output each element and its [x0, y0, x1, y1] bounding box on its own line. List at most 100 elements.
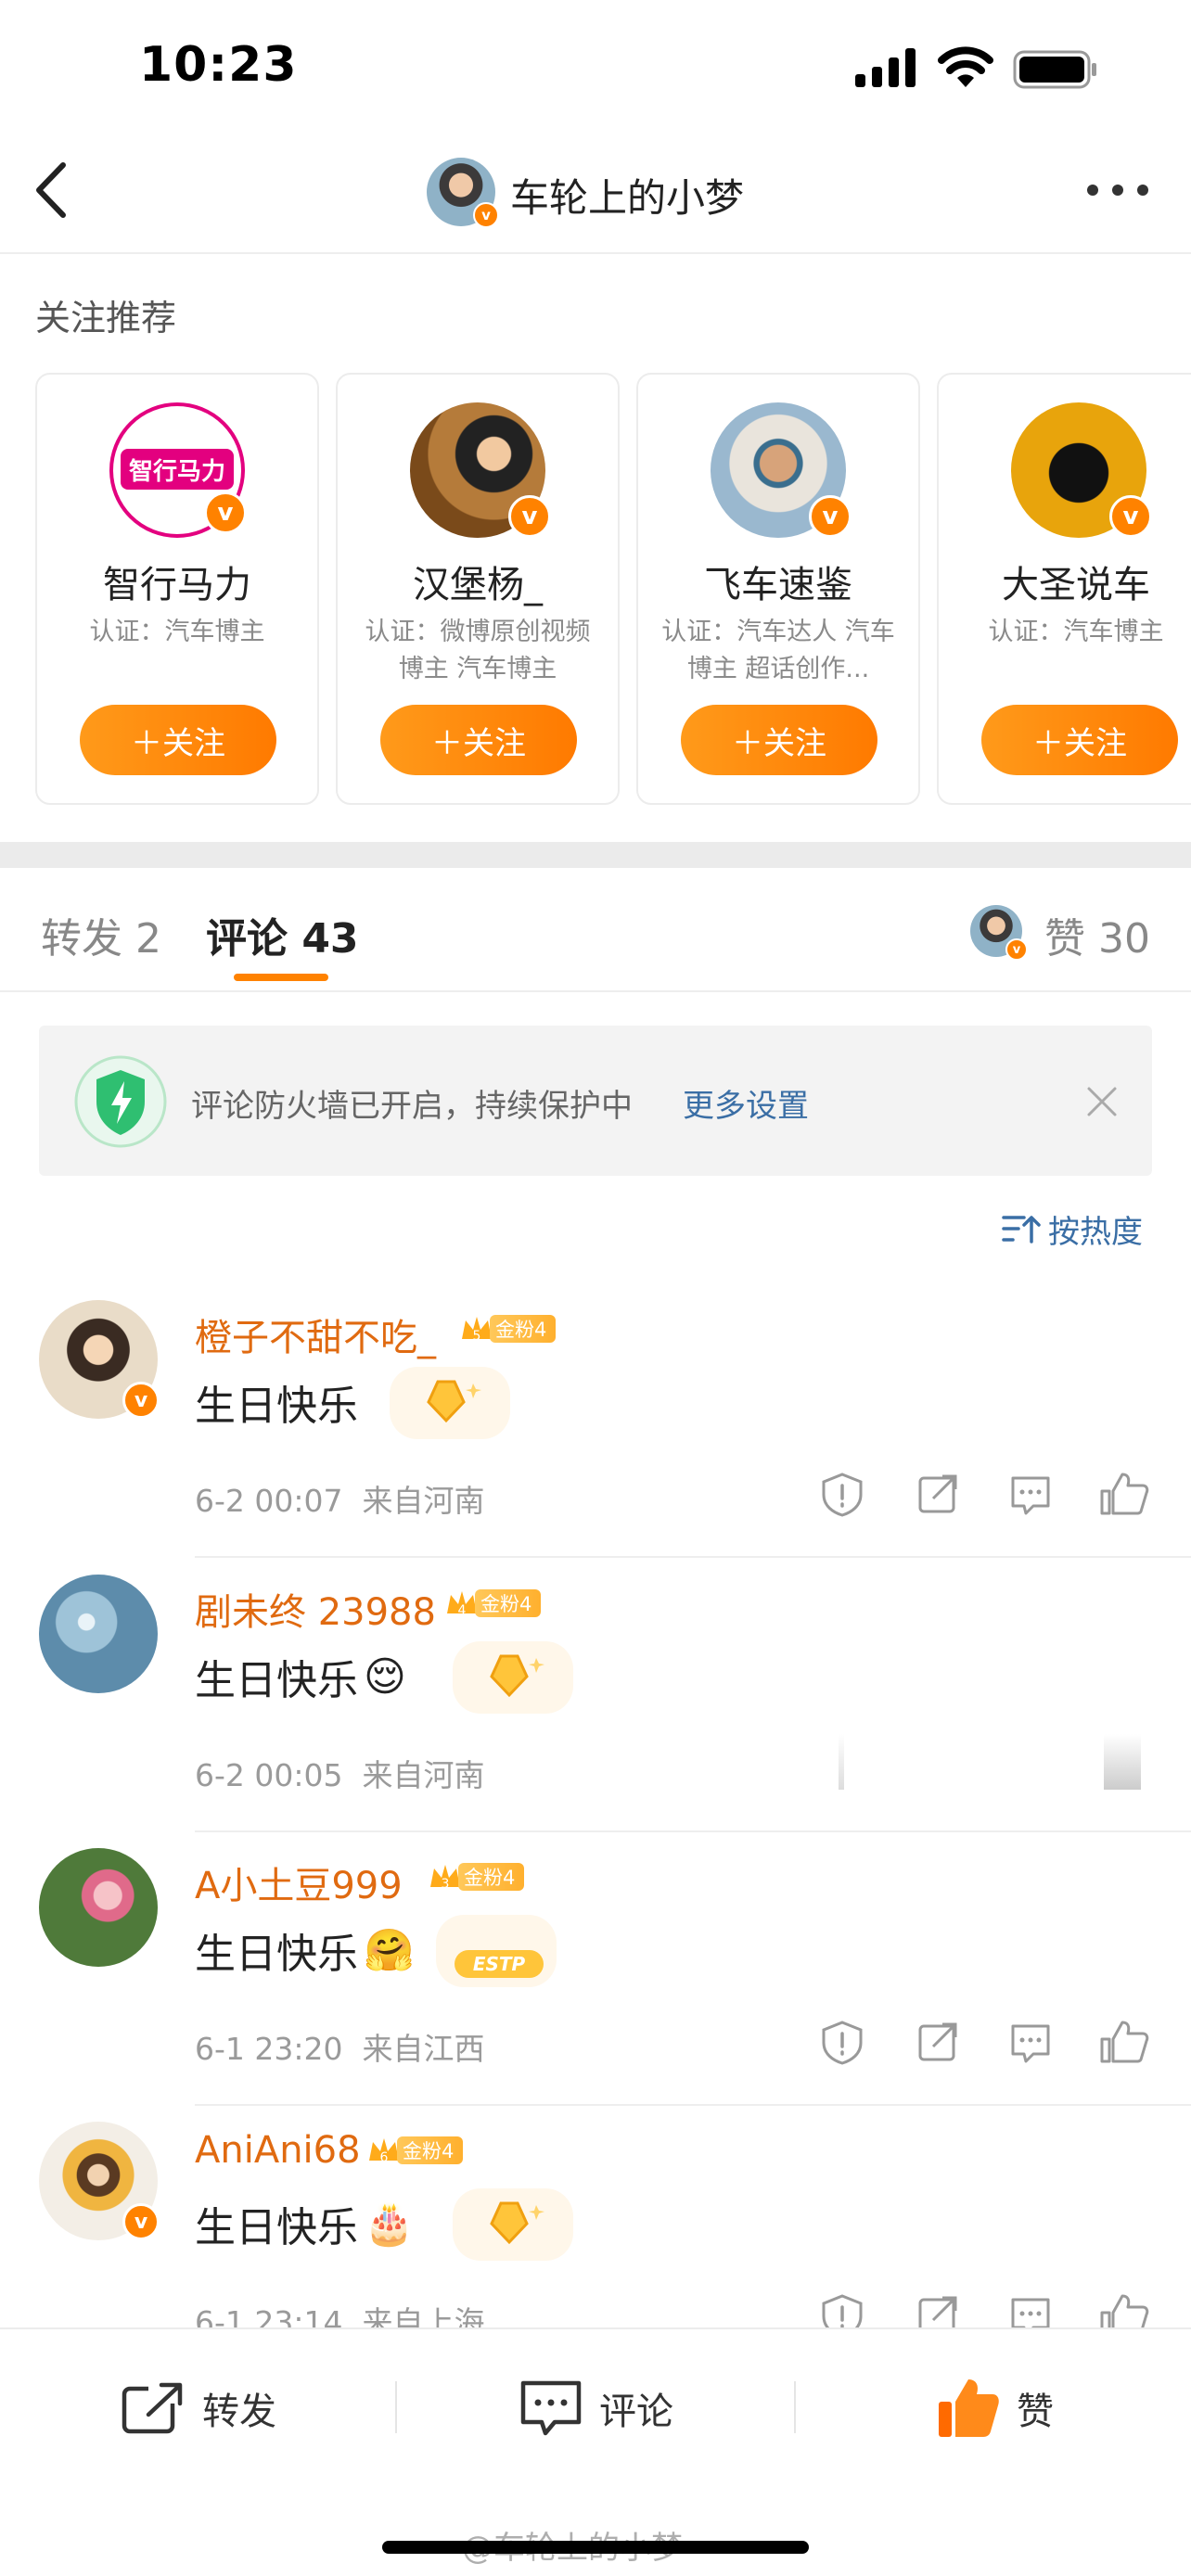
comment-text: 生日快乐 🎂	[195, 2194, 415, 2253]
verified-badge-icon: v	[809, 495, 852, 538]
like-label: 赞	[1017, 2391, 1054, 2433]
avatar[interactable]: v	[711, 402, 852, 538]
back-arrow-icon[interactable]	[28, 158, 74, 223]
page-title[interactable]: 车轮上的小梦	[510, 167, 744, 223]
divider	[0, 990, 1191, 992]
fan-badge[interactable]: 6 金粉4	[365, 2133, 464, 2168]
verified-badge-icon: v	[1005, 938, 1028, 961]
follow-button[interactable]: ＋关注	[981, 705, 1178, 775]
fan-level: 4	[458, 1603, 467, 1618]
verified-badge-icon: v	[508, 495, 551, 538]
emoji: 🎂	[364, 2200, 415, 2248]
recommend-title: 关注推荐	[35, 298, 177, 338]
section-divider	[0, 842, 1191, 868]
thumbs-up-icon	[939, 2379, 999, 2437]
liker-avatar[interactable]: v	[970, 905, 1028, 961]
status-time: 10:23	[139, 37, 298, 93]
comment-text: 生日快乐	[195, 1372, 358, 1432]
more-settings-link[interactable]: 更多设置	[683, 1080, 809, 1126]
comment-text-content: 生日快乐	[195, 2204, 358, 2251]
verified-badge-icon: v	[204, 491, 247, 534]
follow-button[interactable]: ＋关注	[80, 705, 276, 775]
decoration-sticker-icon	[453, 2188, 573, 2261]
avatar[interactable]: v	[410, 402, 551, 538]
decoration-sticker-icon	[453, 1641, 573, 1714]
recommend-cert: 认证：汽车达人 汽车博主 超话创作...	[661, 618, 895, 683]
divider	[195, 2104, 1191, 2106]
comment-label: 评论	[599, 2391, 673, 2433]
recommend-card[interactable]: v 飞车速鉴 认证：汽车达人 汽车博主 超话创作... ＋关注	[636, 373, 920, 805]
tab-comment[interactable]: 评论 43	[206, 905, 359, 964]
like-button[interactable]: 赞	[937, 2376, 1054, 2441]
avatar[interactable]	[39, 1575, 158, 1693]
repost-button[interactable]: 转发	[121, 2376, 276, 2441]
comment-meta: 6-2 00:05 来自河南	[195, 1751, 484, 1795]
cellular-signal-icon	[855, 48, 916, 87]
sort-label: 按热度	[1048, 1213, 1143, 1251]
comment-actions	[822, 2021, 1149, 2065]
share-icon[interactable]	[918, 2022, 957, 2061]
sort-icon	[1002, 1216, 1041, 1243]
brand-logo-text: 智行马力	[121, 449, 234, 490]
comment-item: 剧未终 23988 4 金粉4 生日快乐 😌 6-2 00:05 来自河南	[0, 1575, 1191, 1848]
fan-badge[interactable]: 4 金粉4	[443, 1586, 542, 1621]
comment-text: 生日快乐 🤗	[195, 1920, 415, 1980]
share-icon	[122, 2381, 186, 2434]
fan-badge[interactable]: 3 金粉4	[427, 1859, 525, 1894]
verified-badge-icon: v	[1109, 495, 1152, 538]
tab-repost[interactable]: 转发 2	[41, 905, 161, 964]
fan-level: 3	[442, 1877, 450, 1892]
sort-by-hot-button[interactable]: 按热度	[1002, 1205, 1143, 1252]
recommend-cert: 认证：汽车博主	[988, 618, 1164, 646]
comment-time: 6-1 23:20	[195, 2031, 343, 2067]
report-icon[interactable]	[822, 1473, 863, 1517]
comment-username[interactable]: 剧未终 23988	[195, 1582, 436, 1636]
comment-location: 来自江西	[362, 2031, 485, 2067]
emoji: 🤗	[364, 1927, 415, 1974]
share-icon[interactable]	[918, 1474, 957, 1513]
reply-icon[interactable]	[1011, 1476, 1050, 1515]
decoration-sticker-icon	[390, 1367, 510, 1439]
comment-username[interactable]: 橙子不甜不吃_	[195, 1307, 436, 1361]
fan-level: 6	[380, 2150, 389, 2165]
recommend-card[interactable]: v 大圣说车 认证：汽车博主 ＋关注	[937, 373, 1191, 805]
report-icon[interactable]	[822, 2021, 863, 2065]
avatar[interactable]: v	[1011, 402, 1152, 538]
repost-label: 转发	[202, 2391, 276, 2433]
active-tab-indicator	[234, 974, 328, 981]
firewall-status-text: 评论防火墙已开启，持续保护中	[191, 1088, 633, 1125]
divider	[395, 2381, 397, 2433]
follow-button[interactable]: ＋关注	[380, 705, 577, 775]
avatar[interactable]: 智行马力 v	[109, 402, 247, 538]
fan-badge-label: 金粉4	[458, 1863, 525, 1891]
divider	[195, 1830, 1191, 1832]
comment-text: 生日快乐 😌	[195, 1647, 406, 1706]
sticker-text: ESTP	[473, 1953, 526, 1975]
recommend-name: 汉堡杨_	[413, 564, 543, 606]
tab-like[interactable]: 赞 30	[1044, 905, 1150, 964]
follow-button[interactable]: ＋关注	[681, 705, 877, 775]
avatar[interactable]	[39, 1848, 158, 1967]
close-icon[interactable]	[1085, 1085, 1119, 1118]
comment-location: 来自河南	[362, 1757, 485, 1793]
more-options-icon[interactable]	[1085, 181, 1150, 199]
comment-username[interactable]: A小土豆999	[195, 1855, 403, 1909]
verified-badge-icon: v	[122, 1382, 160, 1419]
reply-icon[interactable]	[1011, 2024, 1050, 2063]
fan-badge[interactable]: 5 金粉4	[458, 1311, 557, 1346]
decoration-sticker-icon: ESTP	[436, 1915, 557, 1987]
comment-button[interactable]: 评论	[519, 2376, 673, 2441]
recommend-name: 大圣说车	[1002, 564, 1150, 606]
avatar[interactable]: v	[39, 1300, 160, 1419]
recommend-card[interactable]: v 汉堡杨_ 认证：微博原创视频博主 汽车博主 ＋关注	[336, 373, 620, 805]
like-icon[interactable]	[1100, 2021, 1149, 2063]
comment-username[interactable]: AniAni68	[195, 2129, 361, 2172]
home-indicator[interactable]	[382, 2541, 809, 2554]
fan-level: 5	[473, 1329, 481, 1344]
like-icon[interactable]	[1100, 1473, 1149, 1515]
author-avatar[interactable]: v	[427, 158, 499, 228]
verified-badge-icon: v	[122, 2203, 160, 2240]
avatar[interactable]: v	[39, 2122, 160, 2240]
comment-location: 来自河南	[362, 1483, 485, 1519]
recommend-card[interactable]: 智行马力 v 智行马力 认证：汽车博主 ＋关注	[35, 373, 319, 805]
